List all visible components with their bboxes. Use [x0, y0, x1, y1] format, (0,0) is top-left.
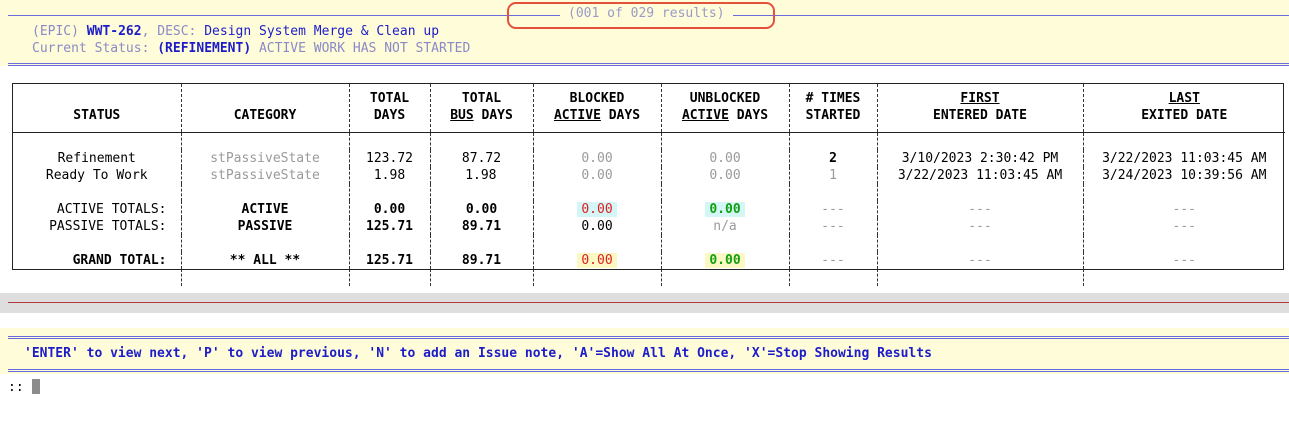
grand-total-row: GRAND TOTAL: ** ALL ** 125.71 89.71 0.00…: [13, 252, 1285, 269]
col-times-started: # TIMES STARTED: [788, 84, 877, 133]
help-top-rule: [8, 336, 1289, 339]
issue-key: WWT-262: [86, 24, 142, 39]
help-bottom-rule: [8, 369, 1289, 372]
col-category: CATEGORY: [180, 84, 349, 133]
command-prompt[interactable]: ::: [8, 380, 24, 395]
status-summary-table: STATUS CATEGORY TOTAL DAYS TOTAL BUS DAYS …: [12, 83, 1285, 286]
separator-band: [0, 293, 1289, 313]
grand-unblocked-value: 0.00: [705, 253, 745, 268]
col-total-days: TOTAL DAYS: [348, 84, 430, 133]
table-row: Refinement stPassiveState 123.72 87.72 0…: [13, 150, 1285, 167]
col-last-exited: LAST EXITED DATE: [1082, 84, 1285, 133]
status-label: Current Status:: [32, 41, 150, 56]
issue-type: (EPIC): [32, 24, 79, 39]
table-row: Ready To Work stPassiveState 1.98 1.98 0…: [13, 167, 1285, 184]
table-header-row: STATUS CATEGORY TOTAL DAYS TOTAL BUS DAYS …: [13, 84, 1285, 133]
passive-totals-row: PASSIVE TOTALS: PASSIVE 125.71 89.71 0.0…: [13, 218, 1285, 235]
col-unblocked-active-days: UNBLOCKED ACTIVE DAYS: [660, 84, 789, 133]
issue-status-line: Current Status: (REFINEMENT) ACTIVE WORK…: [32, 41, 470, 56]
status-note: ACTIVE WORK HAS NOT STARTED: [258, 41, 471, 56]
col-total-bus-days: TOTAL BUS DAYS: [429, 84, 533, 133]
col-status: STATUS: [13, 84, 181, 133]
active-totals-row: ACTIVE TOTALS: ACTIVE 0.00 0.00 0.00 0.0…: [13, 201, 1285, 218]
desc-label: , DESC:: [141, 24, 197, 39]
header-bottom-rule: [8, 63, 1289, 66]
text-cursor[interactable]: [32, 379, 40, 394]
col-blocked-active-days: BLOCKED ACTIVE DAYS: [532, 84, 661, 133]
results-counter-highlight: [507, 2, 775, 29]
current-status: (REFINEMENT): [157, 41, 252, 56]
active-unblocked-value: 0.00: [705, 202, 745, 217]
grand-blocked-value: 0.00: [577, 253, 617, 268]
keyboard-help-text: 'ENTER' to view next, 'P' to view previo…: [24, 346, 932, 361]
issue-title-line: (EPIC) WWT-262, DESC: Design System Merg…: [32, 24, 439, 39]
issue-description: Design System Merge & Clean up: [204, 24, 440, 39]
active-blocked-value: 0.00: [577, 202, 617, 217]
col-first-entered: FIRST ENTERED DATE: [876, 84, 1083, 133]
